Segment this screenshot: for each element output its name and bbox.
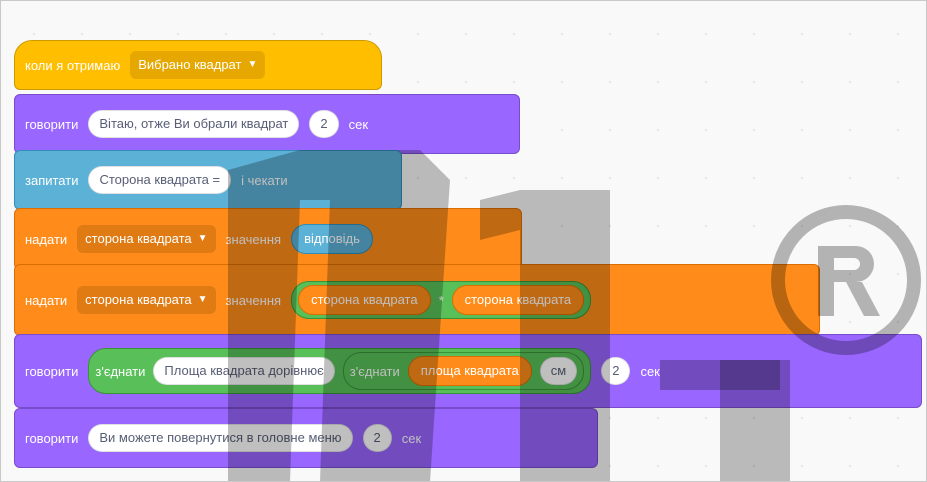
secs-unit-label: сек xyxy=(640,363,660,379)
set-variable-block[interactable]: надати сторона квадрата ▼ значення відпо… xyxy=(14,208,522,270)
join-text-input[interactable]: Площа квадрата дорівнює xyxy=(153,357,335,385)
join-operator-block[interactable]: з'єднати Площа квадрата дорівнює з'єднат… xyxy=(88,348,592,394)
say-label: говорити xyxy=(25,116,79,132)
and-wait-label: і чекати xyxy=(241,172,288,188)
say-for-secs-block-2[interactable]: говорити з'єднати Площа квадрата дорівню… xyxy=(14,334,922,408)
variable-reporter-left[interactable]: сторона квадрата xyxy=(298,285,431,315)
set-label: надати xyxy=(25,292,68,308)
join-operator-block-inner[interactable]: з'єднати площа квадрата см xyxy=(342,352,585,390)
multiply-operator-block[interactable]: сторона квадрата * сторона квадрата xyxy=(291,281,592,319)
say-text-input[interactable]: Ви можете повернутися в головне меню xyxy=(88,424,353,452)
ask-and-wait-block[interactable]: запитати Сторона квадрата = і чекати xyxy=(14,150,402,210)
set-variable-block-2[interactable]: надати сторона квадрата ▼ значення сторо… xyxy=(14,264,820,336)
say-for-secs-block[interactable]: говорити Вітаю, отже Ви обрали квадрат 2… xyxy=(14,94,520,154)
say-for-secs-block-3[interactable]: говорити Ви можете повернутися в головне… xyxy=(14,408,598,468)
when-i-receive-label: коли я отримаю xyxy=(25,57,121,73)
secs-input[interactable]: 2 xyxy=(362,424,392,452)
multiply-symbol: * xyxy=(438,292,444,308)
chevron-down-icon: ▼ xyxy=(197,233,208,244)
to-value-label: значення xyxy=(225,292,282,308)
area-variable-reporter[interactable]: площа квадрата xyxy=(407,356,532,386)
variable-dropdown-value: сторона квадрата xyxy=(85,231,192,246)
secs-unit-label: сек xyxy=(348,116,369,132)
unit-text-input[interactable]: см xyxy=(539,357,578,385)
secs-input[interactable]: 2 xyxy=(309,110,339,138)
answer-reporter[interactable]: відповідь xyxy=(291,224,373,254)
say-text-input[interactable]: Вітаю, отже Ви обрали квадрат xyxy=(88,110,300,138)
variable-reporter-right[interactable]: сторона квадрата xyxy=(451,285,585,315)
chevron-down-icon: ▼ xyxy=(197,294,208,305)
join-label-inner: з'єднати xyxy=(349,363,400,379)
ask-label: запитати xyxy=(25,172,79,188)
variable-dropdown-value: сторона квадрата xyxy=(85,292,192,307)
join-label: з'єднати xyxy=(95,363,146,379)
say-label: говорити xyxy=(25,363,79,379)
secs-unit-label: сек xyxy=(401,430,422,446)
variable-dropdown[interactable]: сторона квадрата ▼ xyxy=(77,225,216,253)
message-dropdown[interactable]: Вибрано квадрат ▼ xyxy=(130,51,266,79)
ask-text-input[interactable]: Сторона квадрата = xyxy=(88,166,232,194)
message-dropdown-value: Вибрано квадрат xyxy=(138,57,242,72)
say-label: говорити xyxy=(25,430,79,446)
secs-input[interactable]: 2 xyxy=(601,357,631,385)
to-value-label: значення xyxy=(225,231,282,247)
set-label: надати xyxy=(25,231,68,247)
chevron-down-icon: ▼ xyxy=(247,59,258,70)
variable-dropdown[interactable]: сторона квадрата ▼ xyxy=(77,286,216,314)
when-i-receive-block[interactable]: коли я отримаю Вибрано квадрат ▼ xyxy=(14,40,382,90)
